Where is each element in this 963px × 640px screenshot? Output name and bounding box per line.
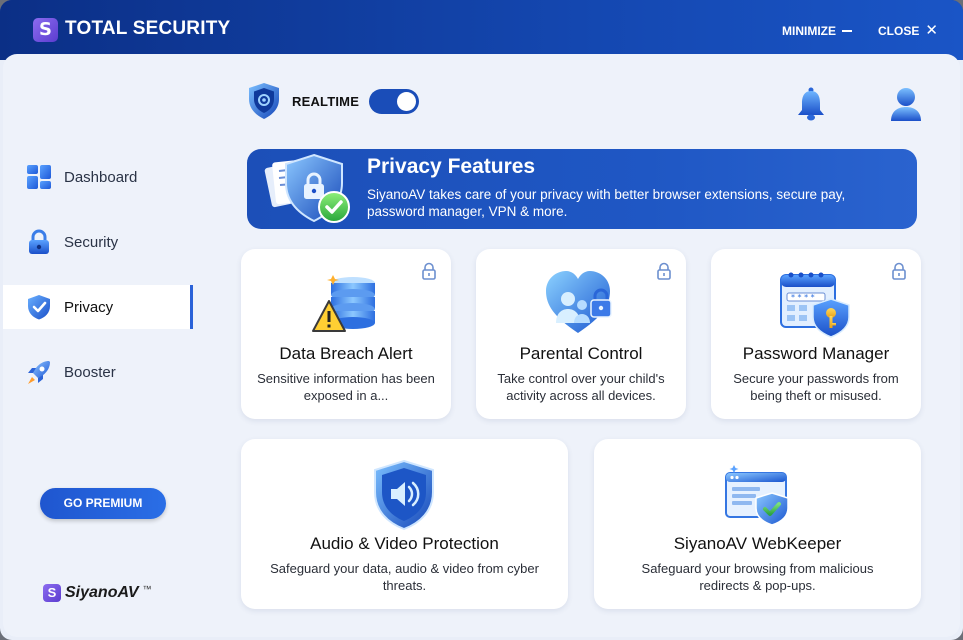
- user-avatar-icon[interactable]: [889, 86, 923, 124]
- privacy-shield-documents-icon: [264, 153, 350, 223]
- dashboard-icon: [27, 165, 51, 189]
- sidebar-item-label: Privacy: [64, 299, 114, 316]
- audio-video-shield-icon: [374, 459, 434, 531]
- card-description: Take control over your child's activity …: [497, 371, 665, 403]
- app-title: TOTAL SECURITY: [65, 18, 231, 39]
- go-premium-button[interactable]: GO PREMIUM: [40, 488, 166, 519]
- card-description: Sensitive information has been exposed i…: [257, 371, 435, 403]
- bell-icon[interactable]: [795, 86, 827, 122]
- data-breach-alert-card[interactable]: Data Breach Alert Sensitive information …: [241, 249, 451, 419]
- sidebar-item-label: Booster: [64, 364, 116, 381]
- card-title: SiyanoAV WebKeeper: [673, 534, 842, 553]
- title-bar: S TOTAL SECURITY MINIMIZE CLOSE ✕: [0, 0, 963, 60]
- brand-logo-mark: S: [43, 584, 61, 602]
- realtime-shield-icon: [249, 83, 279, 119]
- toggle-knob: [397, 92, 416, 111]
- sidebar-item-security[interactable]: Security: [3, 220, 193, 264]
- parental-control-card[interactable]: Parental Control Take control over your …: [476, 249, 686, 419]
- banner-description: SiyanoAV takes care of your privacy with…: [367, 187, 846, 219]
- realtime-toggle[interactable]: [369, 89, 419, 114]
- trademark-mark: ™: [142, 584, 152, 594]
- password-manager-card[interactable]: * * * * Password Manager Secure your pas…: [711, 249, 921, 419]
- lock-badge-icon: [657, 262, 671, 280]
- webkeeper-icon: [725, 465, 789, 526]
- minimize-label: MINIMIZE: [782, 24, 836, 38]
- password-manager-icon: * * * *: [780, 272, 850, 338]
- sidebar-item-label: Security: [64, 234, 119, 251]
- card-title: Audio & Video Protection: [310, 534, 499, 553]
- lock-icon: [29, 229, 49, 254]
- app-logo: S: [33, 18, 58, 42]
- realtime-label: REALTIME: [292, 94, 360, 109]
- banner-title: Privacy Features: [367, 155, 536, 178]
- card-title: Parental Control: [519, 344, 643, 363]
- card-description: Safeguard your data, audio & video from …: [270, 561, 539, 593]
- close-button[interactable]: CLOSE ✕: [878, 22, 938, 39]
- webkeeper-card[interactable]: SiyanoAV WebKeeper Safeguard your browsi…: [594, 439, 921, 609]
- data-breach-icon: [312, 275, 375, 332]
- app-window: S TOTAL SECURITY MINIMIZE CLOSE ✕ Dashbo…: [0, 0, 963, 640]
- card-title: Password Manager: [742, 344, 890, 363]
- brand-logo: S SiyanoAV ™: [43, 584, 152, 602]
- lock-badge-icon: [422, 262, 436, 280]
- lock-badge-icon: [892, 262, 906, 280]
- card-description: Safeguard your browsing from malicious r…: [641, 561, 874, 593]
- parental-control-icon: [546, 271, 612, 333]
- audio-video-protection-card[interactable]: Audio & Video Protection Safeguard your …: [241, 439, 568, 609]
- minimize-button[interactable]: MINIMIZE: [782, 24, 852, 38]
- close-label: CLOSE: [878, 24, 920, 38]
- svg-text:* * * *: * * * *: [791, 293, 815, 302]
- minimize-icon: [842, 30, 852, 32]
- sidebar-item-dashboard[interactable]: Dashboard: [3, 155, 193, 199]
- brand-name: SiyanoAV: [65, 584, 139, 601]
- sidebar-item-booster[interactable]: Booster: [3, 350, 193, 394]
- sidebar-item-label: Dashboard: [64, 169, 138, 186]
- sidebar-item-privacy[interactable]: Privacy: [3, 285, 193, 329]
- card-title: Data Breach Alert: [279, 344, 413, 363]
- close-icon: ✕: [925, 22, 938, 39]
- shield-icon: [28, 295, 50, 320]
- rocket-icon: [28, 361, 50, 384]
- card-description: Secure your passwords from being theft o…: [733, 371, 899, 403]
